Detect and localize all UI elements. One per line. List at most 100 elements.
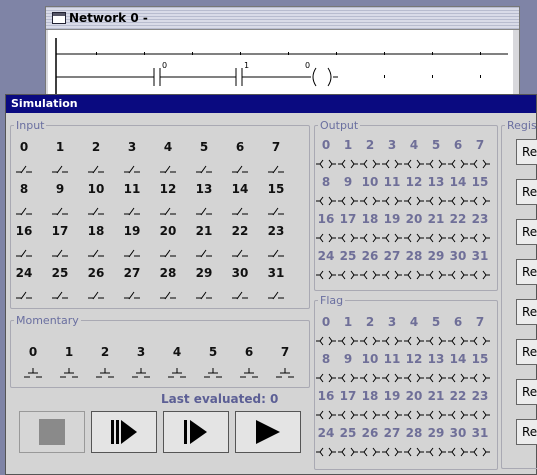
input-switch-icon[interactable] — [150, 242, 186, 263]
network-titlebar[interactable]: Network 0 - — [46, 7, 519, 30]
input-switch-icon[interactable] — [42, 158, 78, 179]
input-switch-icon[interactable] — [42, 242, 78, 263]
pushbutton-icon[interactable] — [267, 364, 303, 382]
flag-bit-label: 9 — [343, 352, 353, 366]
flag-coil-icon — [447, 368, 469, 387]
input-switch-icon[interactable] — [114, 158, 150, 179]
input-switch-icon[interactable] — [186, 200, 222, 221]
input-switch-icon[interactable] — [6, 242, 42, 263]
output-coil-icon — [447, 265, 469, 284]
output-bit-label: 12 — [405, 175, 423, 189]
input-switch-icon[interactable] — [150, 284, 186, 305]
register-button[interactable]: Reg — [516, 139, 537, 165]
input-switch-icon[interactable] — [186, 284, 222, 305]
input-switch-icon[interactable] — [258, 242, 294, 263]
output-coil-icon — [359, 265, 381, 284]
input-switch-icon[interactable] — [78, 158, 114, 179]
pushbutton-icon[interactable] — [231, 364, 267, 382]
input-switch-icon[interactable] — [258, 200, 294, 221]
flag-bit-label: 2 — [365, 315, 375, 329]
flag-bit-label: 15 — [471, 352, 489, 366]
flag-bit-label: 13 — [427, 352, 445, 366]
input-switch-icon[interactable] — [42, 200, 78, 221]
register-button[interactable]: Reg — [516, 419, 537, 445]
input-switch-icon[interactable] — [6, 284, 42, 305]
flag-bit-label: 25 — [339, 426, 357, 440]
flag-bit-label: 24 — [317, 426, 335, 440]
pushbutton-icon[interactable] — [87, 364, 123, 382]
flag-bit-label: 6 — [453, 315, 463, 329]
stop-button[interactable] — [19, 411, 85, 453]
output-bit-label: 27 — [383, 249, 401, 263]
run-icon — [256, 420, 280, 444]
run-button[interactable] — [235, 411, 301, 453]
output-coil-icon — [381, 191, 403, 210]
output-coil-icon — [403, 228, 425, 247]
output-coil-icon — [469, 265, 491, 284]
register-button[interactable]: Reg — [516, 259, 537, 285]
input-bit-label: 30 — [231, 266, 249, 280]
step-fast-button[interactable] — [91, 411, 157, 453]
output-coil-icon — [359, 228, 381, 247]
flag-coil-icon — [469, 442, 491, 461]
output-coil-icon — [315, 154, 337, 173]
input-bit-label: 16 — [15, 224, 33, 238]
input-switch-icon[interactable] — [78, 242, 114, 263]
input-bit-label: 20 — [159, 224, 177, 238]
step-button[interactable] — [163, 411, 229, 453]
flag-bit-label: 23 — [471, 389, 489, 403]
flag-coil-icon — [337, 331, 359, 350]
input-switch-icon[interactable] — [222, 200, 258, 221]
flag-bit-label: 19 — [383, 389, 401, 403]
flag-coil-icon — [359, 405, 381, 424]
output-coil-icon — [381, 228, 403, 247]
output-bit-label: 28 — [405, 249, 423, 263]
output-bit-label: 17 — [339, 212, 357, 226]
output-coil-icon — [337, 228, 359, 247]
flag-bit-label: 5 — [431, 315, 441, 329]
input-switch-icon[interactable] — [6, 158, 42, 179]
network-title: Network 0 - — [69, 11, 148, 25]
flag-coil-icon — [315, 368, 337, 387]
input-switch-icon[interactable] — [42, 284, 78, 305]
flag-coil-icon — [381, 331, 403, 350]
input-switch-icon[interactable] — [78, 200, 114, 221]
input-switch-icon[interactable] — [6, 200, 42, 221]
output-legend: Output — [320, 119, 359, 132]
register-button[interactable]: Reg — [516, 219, 537, 245]
input-switch-icon[interactable] — [186, 242, 222, 263]
output-bit-label: 15 — [471, 175, 489, 189]
register-button[interactable]: Reg — [516, 379, 537, 405]
pushbutton-icon[interactable] — [195, 364, 231, 382]
input-switch-icon[interactable] — [222, 284, 258, 305]
input-switch-icon[interactable] — [114, 200, 150, 221]
input-switch-icon[interactable] — [258, 158, 294, 179]
network-window: Network 0 - 0 1 0 — [45, 6, 520, 106]
flag-coil-icon — [315, 405, 337, 424]
flag-coil-icon — [403, 405, 425, 424]
input-switch-icon[interactable] — [78, 284, 114, 305]
input-switch-icon[interactable] — [150, 158, 186, 179]
momentary-bit-label: 1 — [64, 345, 74, 359]
pushbutton-icon[interactable] — [15, 364, 51, 382]
momentary-legend: Momentary — [16, 314, 79, 327]
pushbutton-icon[interactable] — [123, 364, 159, 382]
register-button[interactable]: Reg — [516, 299, 537, 325]
pushbutton-icon[interactable] — [159, 364, 195, 382]
input-switch-icon[interactable] — [222, 158, 258, 179]
input-switch-icon[interactable] — [222, 242, 258, 263]
input-switch-icon[interactable] — [186, 158, 222, 179]
register-button[interactable]: Reg — [516, 339, 537, 365]
register-button[interactable]: Reg — [516, 179, 537, 205]
pushbutton-icon[interactable] — [51, 364, 87, 382]
output-coil-icon — [359, 154, 381, 173]
input-switch-icon[interactable] — [150, 200, 186, 221]
input-switch-icon[interactable] — [258, 284, 294, 305]
input-switch-icon[interactable] — [114, 242, 150, 263]
output-coil-icon — [315, 191, 337, 210]
flag-coil-icon — [469, 368, 491, 387]
output-bit-label: 16 — [317, 212, 335, 226]
input-switch-icon[interactable] — [114, 284, 150, 305]
simulation-titlebar[interactable]: Simulation — [6, 95, 536, 113]
flag-bit-label: 29 — [427, 426, 445, 440]
